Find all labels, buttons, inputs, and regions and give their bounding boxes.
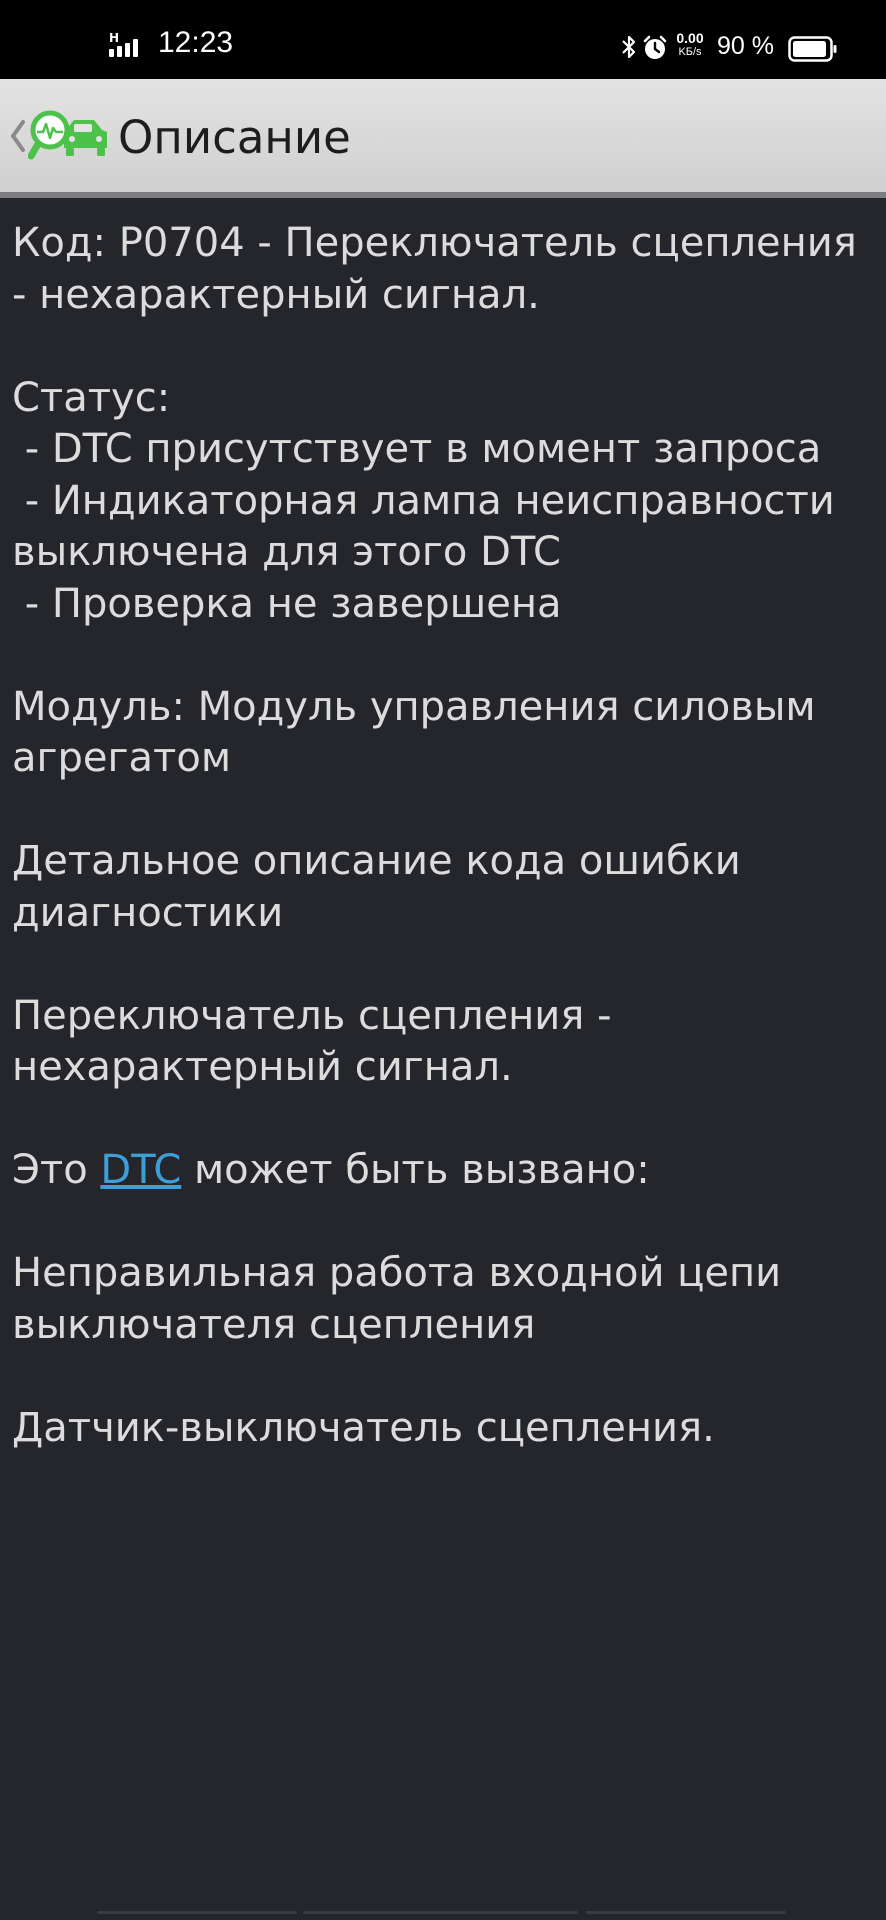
status-item: - Индикаторная лампа неисправности выклю… [12,477,848,576]
network-speed: 0.00 KБ/s [672,31,708,58]
alarm-icon [643,35,667,59]
speed-value: 0.00 [676,30,704,46]
car-diagnostics-logo[interactable] [28,108,110,166]
detail-heading: Детальное описание кода ошибки диагности… [12,838,754,936]
status-item: - DTC присутствует в момент запроса [12,426,822,472]
cause-item: Неправильная работа входной цепи выключа… [12,1250,794,1348]
battery-percent: 90 % [717,32,774,60]
cause-suffix: может быть вызвано: [181,1147,650,1193]
signal-icon: H [109,31,149,61]
screen: H 12:23 0.00 KБ/s 90 % Описание Код: P07… [0,0,886,1920]
bluetooth-icon [622,35,636,59]
code-line: Код: P0704 - Переключатель сцепления - н… [12,220,870,318]
bottom-divider [97,1911,297,1914]
status-item: - Проверка не завершена [12,580,562,627]
page-title: Описание [118,111,351,164]
cause-prefix: Это [12,1147,101,1193]
description-content: Код: P0704 - Переключатель сцепления - н… [12,218,880,1454]
battery-icon [788,36,837,62]
status-bar: H 12:23 0.00 KБ/s 90 % [0,0,886,79]
chevron-left-icon[interactable] [10,118,26,154]
detail-text: Переключатель сцепления - нехарактерный … [12,992,625,1091]
bottom-divider [586,1911,786,1914]
network-type: H [109,31,120,45]
clock: 12:23 [158,26,234,59]
module-line: Модуль: Модуль управления силовым агрега… [12,683,829,782]
cause-item: Датчик-выключатель сцепления. [12,1404,715,1451]
bottom-divider [303,1911,578,1914]
cause-intro: Это DTC может быть вызвано: [12,1145,880,1197]
status-heading: Статус: [12,374,171,421]
dtc-link[interactable]: DTC [100,1147,181,1193]
speed-unit: KБ/s [678,46,702,58]
header-divider [0,192,886,198]
